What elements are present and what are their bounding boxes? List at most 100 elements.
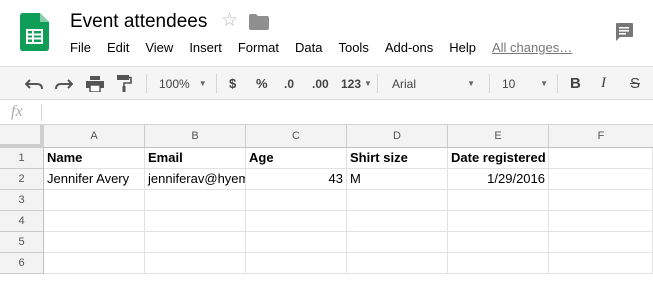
- cell-c2[interactable]: 43: [246, 169, 347, 190]
- empty-cell[interactable]: [145, 232, 246, 253]
- italic-button[interactable]: I: [601, 67, 606, 100]
- increase-decimals-button[interactable]: .00: [312, 67, 329, 100]
- paint-format-button[interactable]: [117, 67, 132, 100]
- toolbar: 100% ▼ $ % .0 .00 123 ▼ Arial ▼ 10 ▼ B I S: [0, 66, 653, 100]
- print-button[interactable]: [86, 67, 104, 100]
- bold-button[interactable]: B: [570, 67, 581, 100]
- cell-f2[interactable]: [549, 169, 653, 190]
- chevron-down-icon: ▼: [364, 79, 372, 88]
- cell-e2[interactable]: 1/29/2016: [448, 169, 549, 190]
- toolbar-divider: [489, 74, 490, 93]
- empty-cell[interactable]: [448, 190, 549, 211]
- empty-cell[interactable]: [246, 190, 347, 211]
- formula-bar: fx: [0, 100, 653, 125]
- formula-input[interactable]: [48, 100, 648, 124]
- empty-cell[interactable]: [448, 253, 549, 274]
- strikethrough-button[interactable]: S: [630, 67, 640, 100]
- decrease-decimals-button[interactable]: .0: [284, 67, 294, 100]
- empty-cell[interactable]: [347, 232, 448, 253]
- empty-cell[interactable]: [246, 232, 347, 253]
- menu-add-ons[interactable]: Add-ons: [385, 40, 433, 55]
- menu-format[interactable]: Format: [238, 40, 279, 55]
- cell-b2[interactable]: jenniferav@hyem: [145, 169, 246, 190]
- folder-icon[interactable]: [249, 14, 269, 30]
- empty-cell[interactable]: [347, 190, 448, 211]
- toolbar-divider: [377, 74, 378, 93]
- empty-cell[interactable]: [448, 211, 549, 232]
- menu-insert[interactable]: Insert: [189, 40, 222, 55]
- select-all-corner[interactable]: [0, 125, 44, 148]
- menu-bar: File Edit View Insert Format Data Tools …: [70, 40, 588, 55]
- empty-cell[interactable]: [246, 253, 347, 274]
- font-family-select[interactable]: Arial ▼: [392, 67, 475, 100]
- empty-cell[interactable]: [347, 211, 448, 232]
- cell-d2[interactable]: M: [347, 169, 448, 190]
- menu-edit[interactable]: Edit: [107, 40, 129, 55]
- number-format-select[interactable]: 123 ▼: [341, 67, 372, 100]
- chevron-down-icon: ▼: [467, 79, 475, 88]
- row-header-6[interactable]: 6: [0, 253, 44, 274]
- row-header-4[interactable]: 4: [0, 211, 44, 232]
- empty-cell[interactable]: [448, 232, 549, 253]
- empty-cell[interactable]: [549, 232, 653, 253]
- percent-format-button[interactable]: %: [256, 67, 268, 100]
- cell-f1[interactable]: [549, 148, 653, 169]
- menu-file[interactable]: File: [70, 40, 91, 55]
- column-header-d[interactable]: D: [347, 125, 448, 148]
- zoom-select[interactable]: 100% ▼: [159, 67, 207, 100]
- empty-cell[interactable]: [44, 232, 145, 253]
- cell-a2[interactable]: Jennifer Avery: [44, 169, 145, 190]
- empty-cell[interactable]: [145, 253, 246, 274]
- cell-a1[interactable]: Name: [44, 148, 145, 169]
- empty-cell[interactable]: [145, 211, 246, 232]
- row-header-2[interactable]: 2: [0, 169, 44, 190]
- column-header-e[interactable]: E: [448, 125, 549, 148]
- undo-icon: [25, 78, 43, 89]
- redo-button[interactable]: [55, 67, 73, 100]
- redo-icon: [55, 78, 73, 89]
- toolbar-divider: [557, 74, 558, 93]
- empty-cell[interactable]: [549, 211, 653, 232]
- cell-e1[interactable]: Date registered: [448, 148, 549, 169]
- comment-icon[interactable]: [614, 22, 634, 42]
- row-header-3[interactable]: 3: [0, 190, 44, 211]
- cell-b1[interactable]: Email: [145, 148, 246, 169]
- app-header: Event attendees ☆ File Edit View Insert …: [0, 0, 653, 66]
- currency-format-button[interactable]: $: [229, 67, 236, 100]
- column-header-b[interactable]: B: [145, 125, 246, 148]
- star-icon[interactable]: ☆: [221, 11, 238, 30]
- font-size-select[interactable]: 10 ▼: [502, 67, 548, 100]
- menu-data[interactable]: Data: [295, 40, 322, 55]
- column-header-c[interactable]: C: [246, 125, 347, 148]
- font-size-value: 10: [502, 76, 516, 91]
- empty-cell[interactable]: [347, 253, 448, 274]
- spreadsheet-logo-icon[interactable]: [20, 13, 49, 51]
- document-title[interactable]: Event attendees: [70, 11, 207, 33]
- font-family-value: Arial: [392, 76, 417, 91]
- zoom-value: 100%: [159, 76, 190, 91]
- empty-cell[interactable]: [246, 211, 347, 232]
- empty-cell[interactable]: [549, 253, 653, 274]
- formula-divider: [41, 104, 42, 121]
- fx-label: fx: [11, 103, 23, 120]
- undo-button[interactable]: [25, 67, 43, 100]
- menu-tools[interactable]: Tools: [338, 40, 368, 55]
- empty-cell[interactable]: [44, 190, 145, 211]
- toolbar-divider: [216, 74, 217, 93]
- all-changes-link[interactable]: All changes…: [492, 40, 572, 55]
- empty-cell[interactable]: [549, 190, 653, 211]
- cell-c1[interactable]: Age: [246, 148, 347, 169]
- empty-cell[interactable]: [44, 253, 145, 274]
- row-header-1[interactable]: 1: [0, 148, 44, 169]
- cell-d1[interactable]: Shirt size: [347, 148, 448, 169]
- column-header-a[interactable]: A: [44, 125, 145, 148]
- menu-help[interactable]: Help: [449, 40, 476, 55]
- row-header-5[interactable]: 5: [0, 232, 44, 253]
- empty-cell[interactable]: [145, 190, 246, 211]
- column-header-f[interactable]: F: [549, 125, 653, 148]
- menu-view[interactable]: View: [145, 40, 173, 55]
- empty-cell[interactable]: [44, 211, 145, 232]
- chevron-down-icon: ▼: [540, 79, 548, 88]
- paint-format-icon: [117, 75, 132, 92]
- number-format-label: 123: [341, 76, 362, 91]
